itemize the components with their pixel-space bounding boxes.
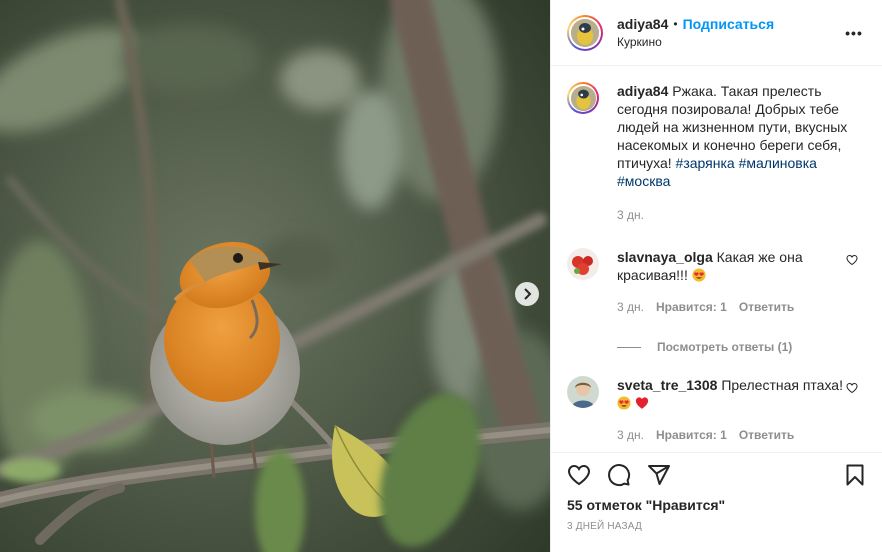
likes-count[interactable]: 55 отметок "Нравится" xyxy=(567,497,867,513)
follow-button[interactable]: Подписаться xyxy=(683,16,775,32)
comments-list: adiya84 Ржака. Такая прелесть сегодня по… xyxy=(551,66,882,451)
like-comment-heart-icon[interactable] xyxy=(846,382,858,394)
hashtag-link[interactable]: #малиновка xyxy=(739,155,817,171)
caption-username[interactable]: adiya84 xyxy=(617,83,668,99)
post-actions: 55 отметок "Нравится" 3 ДНЕЙ НАЗАД xyxy=(551,452,882,532)
heart-icon[interactable] xyxy=(567,463,591,487)
post-header: adiya84 • Подписаться Куркино ••• xyxy=(551,0,882,66)
comment-time[interactable]: 3 дн. xyxy=(617,426,644,444)
separator-dot: • xyxy=(673,17,678,31)
comment-time[interactable]: 3 дн. xyxy=(617,298,644,316)
heart-eyes-emoji xyxy=(617,396,631,410)
robin-photo xyxy=(0,0,550,552)
comment-username[interactable]: sveta_tre_1308 xyxy=(617,377,717,393)
comment-likes[interactable]: Нравится: 1 xyxy=(656,298,727,316)
caption: adiya84 Ржака. Такая прелесть сегодня по… xyxy=(567,82,866,224)
author-username[interactable]: adiya84 xyxy=(617,16,668,32)
comment-icon[interactable] xyxy=(607,463,631,487)
caption-time[interactable]: 3 дн. xyxy=(617,206,644,224)
view-replies-label: Посмотреть ответы (1) xyxy=(657,340,793,354)
bird-avatar-image xyxy=(570,85,596,111)
comment-username[interactable]: slavnaya_olga xyxy=(617,249,713,265)
commenter-avatar[interactable] xyxy=(567,376,599,408)
share-icon[interactable] xyxy=(647,463,671,487)
like-comment-heart-icon[interactable] xyxy=(846,254,858,266)
post-sidebar: adiya84 • Подписаться Куркино ••• adiya8… xyxy=(550,0,882,552)
instagram-post: adiya84 • Подписаться Куркино ••• adiya8… xyxy=(0,0,882,552)
replies-divider xyxy=(617,346,641,348)
red-heart-emoji xyxy=(635,397,649,409)
more-options-icon[interactable]: ••• xyxy=(842,25,866,41)
comment-text: Прелестная птаха! xyxy=(721,377,843,393)
strawberry-avatar-image xyxy=(567,248,599,280)
comment-item: slavnaya_olga Какая же она красивая!!! 3… xyxy=(567,248,866,316)
person-avatar-image xyxy=(567,376,599,408)
next-image-button[interactable] xyxy=(515,282,539,306)
commenter-avatar[interactable] xyxy=(567,248,599,280)
heart-eyes-emoji xyxy=(692,268,706,282)
hashtag-link[interactable]: #зарянка xyxy=(676,155,735,171)
reply-button[interactable]: Ответить xyxy=(739,426,794,444)
post-date[interactable]: 3 ДНЕЙ НАЗАД xyxy=(567,521,867,532)
chevron-right-icon xyxy=(524,288,532,300)
hashtag-link[interactable]: #москва xyxy=(617,173,670,189)
comment-item: sveta_tre_1308 Прелестная птаха! 3 дн. Н… xyxy=(567,376,866,444)
comment-likes[interactable]: Нравится: 1 xyxy=(656,426,727,444)
bookmark-icon[interactable] xyxy=(843,463,867,487)
reply-button[interactable]: Ответить xyxy=(739,298,794,316)
post-photo[interactable] xyxy=(0,0,550,552)
bird-avatar-image xyxy=(571,18,599,47)
location-link[interactable]: Куркино xyxy=(617,35,842,49)
caption-avatar[interactable] xyxy=(567,82,599,114)
view-replies-button[interactable]: Посмотреть ответы (1) xyxy=(617,340,866,354)
author-avatar[interactable] xyxy=(567,14,603,51)
